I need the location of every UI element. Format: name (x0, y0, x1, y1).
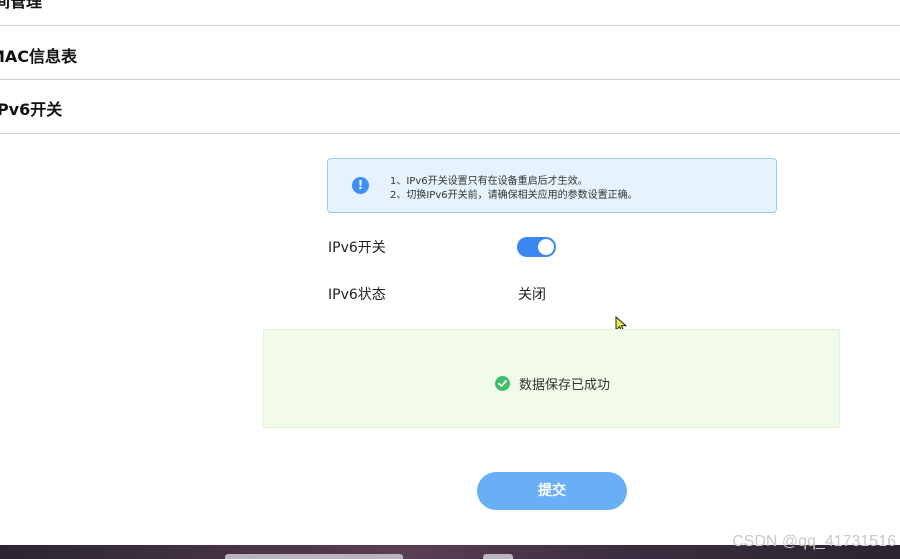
toggle-knob (538, 239, 554, 255)
section-label: IPv6开关 (0, 100, 63, 119)
info-notice: ! 1、IPv6开关设置只有在设备重启后才生效。 2、切换IPv6开关前，请确保… (327, 158, 777, 213)
section-time-management[interactable]: 时间管理 (0, 0, 900, 26)
taskbar-item[interactable] (225, 554, 403, 559)
watermark: CSDN @qq_41731516 (732, 533, 896, 550)
section-ipv6-switch[interactable]: IPv6开关 (0, 80, 900, 134)
notice-line: 1、IPv6开关设置只有在设备重启后才生效。 (390, 176, 588, 187)
section-label: 时间管理 (0, 0, 43, 11)
notice-text: 1、IPv6开关设置只有在设备重启后才生效。 2、切换IPv6开关前，请确保相关… (390, 175, 638, 203)
ipv6-status-label: IPv6状态 (328, 287, 386, 303)
check-circle-icon (495, 376, 510, 391)
ipv6-status-value: 关闭 (518, 287, 546, 303)
section-mac-table[interactable]: MAC信息表 (0, 26, 900, 80)
taskbar-item[interactable] (483, 554, 513, 559)
success-panel: 数据保存已成功 (263, 329, 840, 428)
section-label: MAC信息表 (0, 47, 78, 66)
ipv6-switch-label: IPv6开关 (328, 240, 386, 256)
ipv6-toggle[interactable] (517, 237, 556, 257)
info-icon: ! (352, 177, 369, 194)
success-message: 数据保存已成功 (519, 378, 611, 393)
notice-line: 2、切换IPv6开关前，请确保相关应用的参数设置正确。 (390, 190, 638, 201)
submit-button[interactable]: 提交 (477, 472, 627, 510)
page: 时间管理 MAC信息表 IPv6开关 ! 1、IPv6开关设置只有在设备重启后才… (0, 0, 900, 559)
